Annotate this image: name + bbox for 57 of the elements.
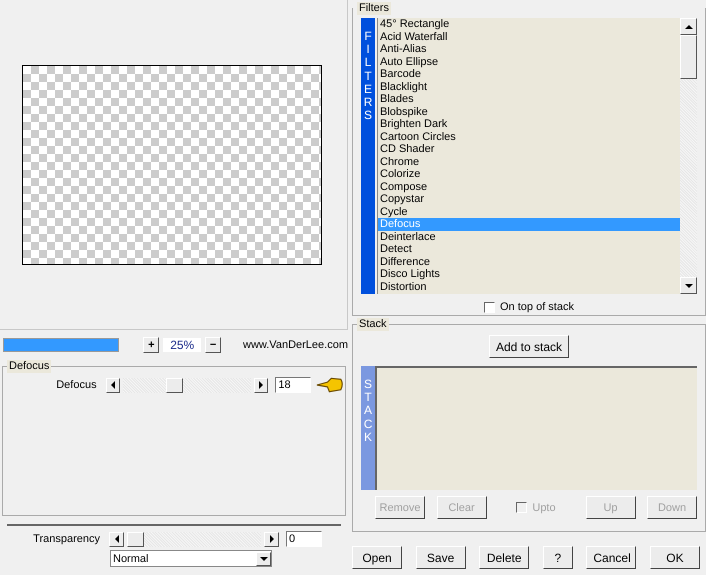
group-title: Defocus [7,360,52,373]
group-title: Filters [357,2,391,15]
add-to-stack-button[interactable]: Add to stack [488,335,570,358]
filter-item[interactable]: Difference [378,256,680,268]
filter-item[interactable]: Anti-Alias [378,43,680,56]
strip-label: FILTERS [364,30,372,124]
filter-item[interactable]: Distortion [378,280,680,293]
filter-item[interactable]: Chrome [378,156,680,168]
checkbox-label: On top of stack [500,301,574,313]
dialog-button[interactable]: OK [650,546,700,569]
pointing-hand-icon [316,376,345,394]
filter-item[interactable]: Copystar [378,193,680,206]
slider-label: Transparency [32,533,101,545]
left-arrow-button[interactable] [109,532,124,546]
dialog-button[interactable]: Cancel [586,546,636,569]
filter-item[interactable]: Compose [378,180,680,193]
value-field[interactable]: 0 [286,531,322,547]
blend-mode-dropdown[interactable]: Normal [110,550,272,567]
dialog-button[interactable]: Delete [479,546,530,569]
scroll-up-button[interactable] [680,18,697,35]
filter-item[interactable]: Cycle [378,206,680,218]
zoom-value: 25% [163,338,202,352]
filter-item[interactable]: Acid Waterfall [378,30,680,43]
filter-item[interactable]: Colorize [378,168,680,180]
filter-item[interactable]: Disco Lights [378,268,680,280]
dialog-button[interactable]: Save [416,546,466,569]
filter-item[interactable]: CD Shader [378,143,680,156]
dialog-button[interactable]: Open [352,546,402,569]
slider-track[interactable] [127,532,261,546]
scrollbar-thumb[interactable] [680,35,697,79]
slider-thumb[interactable] [127,532,144,546]
filter-item[interactable]: Auto Ellipse [378,56,680,68]
left-arrow-button[interactable] [106,378,120,392]
checkbox[interactable] [484,302,495,312]
filter-item[interactable]: Blades [378,93,680,106]
filter-item[interactable]: Blobspike [378,106,680,118]
filter-item[interactable]: Deinterlace [378,230,680,243]
checkbox-label: Upto [532,502,556,514]
zoom-out-button[interactable]: − [205,337,222,353]
group-title: Stack [357,318,389,331]
value-field[interactable]: 18 [275,377,312,393]
scroll-down-button[interactable] [680,277,697,294]
dialog-button[interactable]: ? [542,546,573,569]
filter-item[interactable]: Blacklight [378,80,680,93]
filter-item[interactable]: Brighten Dark [378,118,680,130]
website-link[interactable]: www.VanDerLee.com [243,339,348,351]
filter-item[interactable]: 45° Rectangle [378,18,680,30]
strip-label: STACK [364,378,372,446]
slider-thumb[interactable] [166,378,184,392]
slider-label: Defocus [55,379,98,391]
filter-item[interactable]: Detect [378,243,680,256]
zoom-in-button[interactable]: + [143,337,160,353]
filter-item[interactable]: Barcode [378,68,680,80]
filter-item[interactable]: Cartoon Circles [378,130,680,143]
right-arrow-button[interactable] [254,378,268,392]
slider-track[interactable] [122,378,251,392]
right-arrow-button[interactable] [264,532,279,546]
